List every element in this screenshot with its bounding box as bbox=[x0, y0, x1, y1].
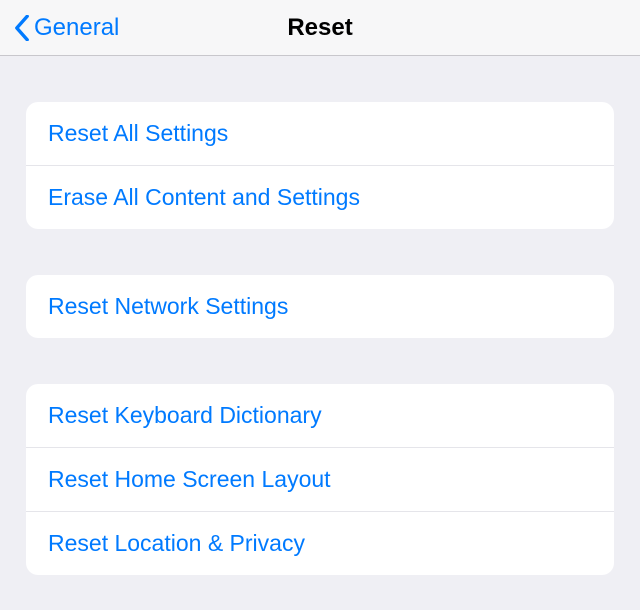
group-2: Reset Network Settings bbox=[26, 275, 614, 338]
reset-all-settings[interactable]: Reset All Settings bbox=[26, 102, 614, 165]
reset-keyboard-dictionary[interactable]: Reset Keyboard Dictionary bbox=[26, 384, 614, 447]
content: Reset All Settings Erase All Content and… bbox=[0, 102, 640, 575]
chevron-left-icon bbox=[14, 15, 30, 41]
reset-network-settings[interactable]: Reset Network Settings bbox=[26, 275, 614, 338]
reset-location-privacy[interactable]: Reset Location & Privacy bbox=[26, 511, 614, 575]
erase-all-content-and-settings[interactable]: Erase All Content and Settings bbox=[26, 165, 614, 229]
group-3: Reset Keyboard Dictionary Reset Home Scr… bbox=[26, 384, 614, 575]
group-1: Reset All Settings Erase All Content and… bbox=[26, 102, 614, 229]
nav-bar: General Reset bbox=[0, 0, 640, 56]
back-button[interactable]: General bbox=[0, 14, 119, 42]
reset-home-screen-layout[interactable]: Reset Home Screen Layout bbox=[26, 447, 614, 511]
back-label: General bbox=[34, 14, 119, 42]
